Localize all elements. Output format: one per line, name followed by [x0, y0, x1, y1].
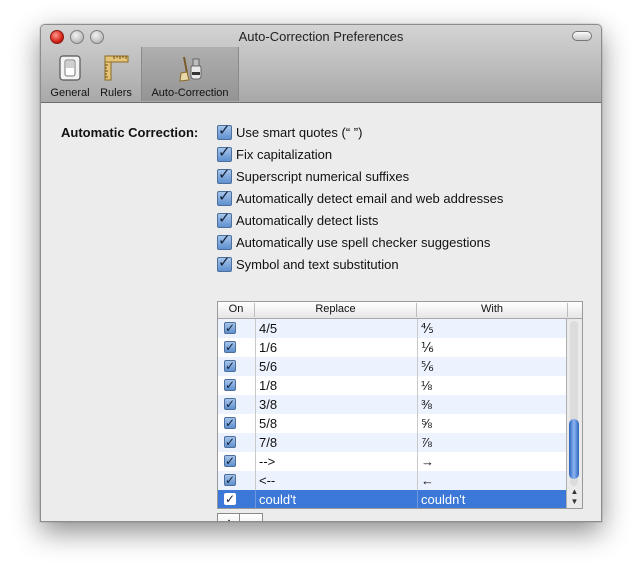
- toolbar-item-label: Auto-Correction: [151, 87, 229, 99]
- table-body: 4/5 ⅘ 1/6 ⅙ 5/6 ⅚ 1/8 ⅛: [218, 319, 567, 508]
- option-label: Use smart quotes (“ ”): [236, 124, 363, 140]
- row-enabled-checkbox[interactable]: [224, 357, 236, 376]
- symbol-substitution-option[interactable]: Symbol and text substitution: [217, 253, 399, 273]
- toolbar-item-auto-correction[interactable]: Auto-Correction: [141, 47, 239, 101]
- table-row[interactable]: 4/5 ⅘: [218, 319, 567, 338]
- with-cell: couldn't: [417, 490, 571, 508]
- table-row[interactable]: <-- ←: [218, 471, 567, 490]
- row-enabled-checkbox[interactable]: [224, 376, 236, 395]
- row-enabled-checkbox[interactable]: [224, 433, 236, 452]
- superscript-suffixes-checkbox[interactable]: [217, 165, 232, 184]
- replace-cell: 1/6: [255, 338, 420, 357]
- superscript-suffixes-option[interactable]: Superscript numerical suffixes: [217, 165, 410, 185]
- column-header-with[interactable]: With: [417, 303, 568, 317]
- table-row-selected[interactable]: could't couldn't: [218, 490, 567, 508]
- with-cell: ⅚: [417, 357, 571, 376]
- auto-correction-icon: [179, 56, 202, 82]
- table-row[interactable]: 3/8 ⅜: [218, 395, 567, 414]
- preferences-window: Auto-Correction Preferences General Rule…: [40, 24, 602, 522]
- row-enabled-checkbox[interactable]: [224, 395, 236, 414]
- with-cell: ←: [417, 471, 571, 490]
- detect-addresses-checkbox[interactable]: [217, 187, 232, 206]
- replace-cell: could't: [255, 490, 420, 508]
- table-row[interactable]: 1/8 ⅛: [218, 376, 567, 395]
- fix-capitalization-checkbox[interactable]: [217, 143, 232, 162]
- scroll-up-arrow-icon[interactable]: ▲: [567, 487, 582, 497]
- column-header-on[interactable]: On: [218, 303, 255, 317]
- replace-cell: 3/8: [255, 395, 420, 414]
- replace-cell: 5/6: [255, 357, 420, 376]
- with-cell: ⅙: [417, 338, 571, 357]
- toolbar-item-general[interactable]: General: [47, 47, 93, 101]
- title-bar: Auto-Correction Preferences General Rule…: [41, 25, 601, 103]
- detect-lists-checkbox[interactable]: [217, 209, 232, 228]
- column-header-replace[interactable]: Replace: [255, 303, 417, 317]
- option-label: Automatically use spell checker suggesti…: [236, 234, 491, 250]
- symbol-substitution-checkbox[interactable]: [217, 253, 232, 272]
- replace-cell: 7/8: [255, 433, 420, 452]
- scroll-thumb[interactable]: [569, 419, 579, 479]
- smart-quotes-option[interactable]: Use smart quotes (“ ”): [217, 121, 363, 141]
- option-label: Automatically detect email and web addre…: [236, 190, 504, 206]
- row-enabled-checkbox[interactable]: [224, 319, 236, 338]
- row-enabled-checkbox[interactable]: [224, 471, 236, 490]
- replace-cell: 5/8: [255, 414, 420, 433]
- row-enabled-checkbox[interactable]: [224, 452, 236, 471]
- smart-quotes-checkbox[interactable]: [217, 121, 232, 140]
- fix-capitalization-option[interactable]: Fix capitalization: [217, 143, 333, 163]
- option-label: Automatically detect lists: [236, 212, 379, 228]
- table-row[interactable]: 5/6 ⅚: [218, 357, 567, 376]
- option-label: Fix capitalization: [236, 146, 333, 162]
- table-header: On Replace With: [218, 302, 582, 319]
- table-row[interactable]: --> →: [218, 452, 567, 471]
- row-enabled-checkbox[interactable]: [224, 414, 236, 433]
- row-enabled-checkbox[interactable]: [224, 338, 236, 357]
- with-cell: ⅞: [417, 433, 571, 452]
- with-cell: →: [417, 452, 571, 471]
- toolbar-item-label: Rulers: [100, 87, 132, 99]
- preferences-content: Automatic Correction: Use smart quotes (…: [41, 103, 601, 521]
- window-title: Auto-Correction Preferences: [238, 29, 404, 44]
- spell-checker-option[interactable]: Automatically use spell checker suggesti…: [217, 231, 491, 251]
- replace-cell: -->: [255, 452, 420, 471]
- table-row[interactable]: 1/6 ⅙: [218, 338, 567, 357]
- option-label: Superscript numerical suffixes: [236, 168, 410, 184]
- replace-cell: 1/8: [255, 376, 420, 395]
- detect-addresses-option[interactable]: Automatically detect email and web addre…: [217, 187, 504, 207]
- with-cell: ⅘: [417, 319, 571, 338]
- with-cell: ⅝: [417, 414, 571, 433]
- toolbar-item-label: General: [50, 87, 90, 99]
- option-label: Symbol and text substitution: [236, 256, 399, 272]
- table-row[interactable]: 7/8 ⅞: [218, 433, 567, 452]
- detect-lists-option[interactable]: Automatically detect lists: [217, 209, 379, 229]
- general-switch-icon: [59, 55, 81, 81]
- toolbar-item-rulers[interactable]: Rulers: [95, 47, 137, 101]
- table-scrollbar[interactable]: ▲ ▼: [566, 319, 582, 508]
- replace-cell: 4/5: [255, 319, 420, 338]
- substitution-table[interactable]: On Replace With 4/5 ⅘ 1/6 ⅙ 5/6: [217, 301, 583, 509]
- automatic-correction-label: Automatic Correction:: [61, 125, 199, 140]
- table-row[interactable]: 5/8 ⅝: [218, 414, 567, 433]
- replace-cell: <--: [255, 471, 420, 490]
- scroll-down-arrow-icon[interactable]: ▼: [567, 497, 582, 507]
- remove-row-button[interactable]: −: [239, 513, 263, 521]
- row-enabled-checkbox[interactable]: [224, 490, 236, 508]
- spell-checker-checkbox[interactable]: [217, 231, 232, 250]
- add-row-button[interactable]: +: [217, 513, 241, 521]
- with-cell: ⅜: [417, 395, 571, 414]
- with-cell: ⅛: [417, 376, 571, 395]
- rulers-icon: [104, 55, 129, 81]
